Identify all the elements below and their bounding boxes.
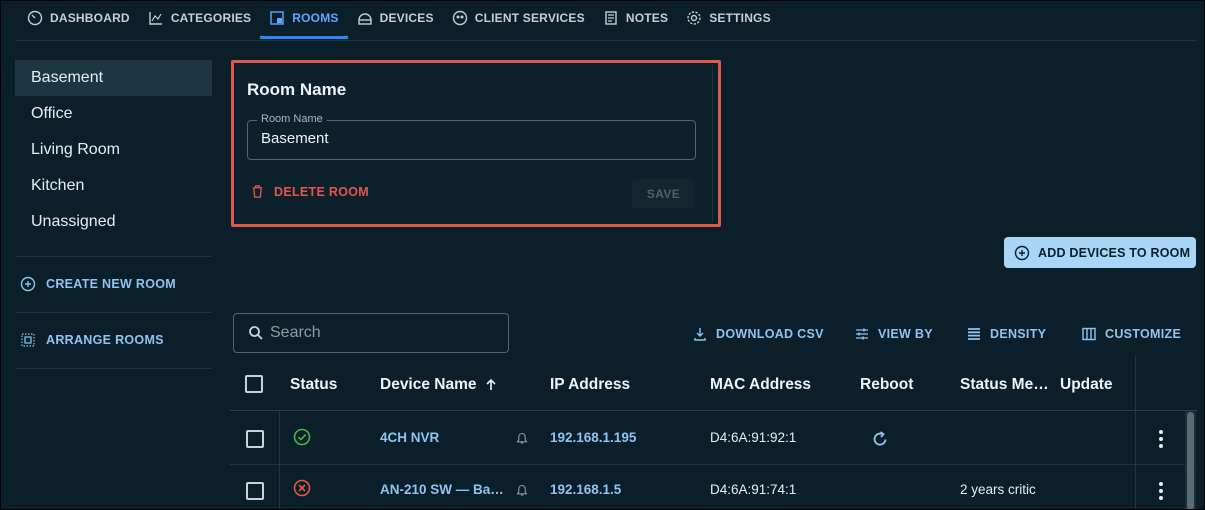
column-header-label: Device Name xyxy=(380,376,477,393)
arrange-rooms-button[interactable]: ARRANGE ROOMS xyxy=(15,322,212,358)
download-icon xyxy=(694,328,706,341)
customize-label: CUSTOMIZE xyxy=(1105,327,1182,341)
sort-ascending-icon xyxy=(485,378,496,390)
plus-circle-icon xyxy=(1014,245,1030,260)
create-room-button[interactable]: CREATE NEW ROOM xyxy=(15,266,212,302)
room-item-living-room[interactable]: Living Room xyxy=(15,132,212,168)
status-error-icon xyxy=(293,479,311,497)
devices-icon xyxy=(357,13,372,25)
room-label: Kitchen xyxy=(31,177,85,194)
mac-address: D4:6A:91:74:1 xyxy=(710,482,797,497)
room-list: Basement Office Living Room Kitchen Unas… xyxy=(15,60,212,240)
table-row[interactable]: 4CH NVR 192.168.1.195 D4:6A:91:92:1 xyxy=(230,412,1197,465)
create-room-label: CREATE NEW ROOM xyxy=(46,277,176,291)
view-by-button[interactable]: VIEW BY xyxy=(854,325,933,343)
arrange-icon xyxy=(21,333,35,347)
table-row[interactable]: AN-210 SW — Ba… 192.168.1.5 D4:6A:91:74:… xyxy=(230,465,1197,510)
device-name-link[interactable]: 4CH NVR xyxy=(380,430,500,445)
column-header-reboot[interactable]: Reboot xyxy=(860,376,913,394)
sidebar-divider xyxy=(15,312,212,313)
row-checkbox[interactable] xyxy=(246,482,264,500)
reboot-icon[interactable] xyxy=(870,429,890,449)
chart-icon xyxy=(149,12,162,25)
room-item-basement[interactable]: Basement xyxy=(15,60,212,96)
tab-label: SETTINGS xyxy=(709,11,771,25)
checkbox-column-divider xyxy=(279,411,280,510)
nav-divider xyxy=(15,40,1197,41)
row-checkbox[interactable] xyxy=(246,430,264,448)
download-csv-label: DOWNLOAD CSV xyxy=(716,327,824,341)
row-menu-icon[interactable] xyxy=(1151,428,1171,450)
download-csv-button[interactable]: DOWNLOAD CSV xyxy=(692,325,824,343)
search-field xyxy=(233,313,509,353)
density-label: DENSITY xyxy=(990,327,1047,341)
room-item-unassigned[interactable]: Unassigned xyxy=(15,204,212,240)
columns-icon xyxy=(1082,327,1096,341)
sidebar-divider xyxy=(15,256,212,257)
gear-icon xyxy=(687,11,701,25)
status-online-icon xyxy=(293,428,311,446)
column-header-status[interactable]: Status xyxy=(290,376,337,394)
notes-icon xyxy=(605,11,617,25)
column-header-update[interactable]: Update xyxy=(1060,376,1113,394)
tune-icon xyxy=(856,328,868,340)
room-label: Living Room xyxy=(31,141,120,158)
devices-table: Status Device Name IP Address MAC Addres… xyxy=(230,356,1197,510)
tab-settings[interactable]: SETTINGS xyxy=(677,0,780,36)
bell-icon[interactable] xyxy=(516,432,528,445)
room-label: Basement xyxy=(31,69,104,86)
tab-label: DEVICES xyxy=(379,11,434,25)
bell-icon[interactable] xyxy=(516,484,528,497)
table-header: Status Device Name IP Address MAC Addres… xyxy=(230,356,1197,411)
dashboard-icon xyxy=(27,10,43,26)
tab-devices[interactable]: DEVICES xyxy=(348,0,443,36)
ip-address-link[interactable]: 192.168.1.195 xyxy=(550,430,636,445)
column-header-mac-address[interactable]: MAC Address xyxy=(710,376,811,394)
rooms-icon xyxy=(270,11,284,25)
tab-label: CLIENT SERVICES xyxy=(474,11,585,25)
actions-column-divider xyxy=(1135,356,1136,510)
customize-button[interactable]: CUSTOMIZE xyxy=(1081,325,1181,343)
tab-label: NOTES xyxy=(625,11,669,25)
view-by-label: VIEW BY xyxy=(878,327,933,341)
search-icon xyxy=(249,326,263,340)
status-message: 2 years critic xyxy=(960,482,1036,497)
tab-rooms[interactable]: ROOMS xyxy=(260,0,348,39)
column-header-ip-address[interactable]: IP Address xyxy=(550,376,630,394)
row-menu-icon[interactable] xyxy=(1151,480,1171,502)
tab-label: ROOMS xyxy=(292,11,339,25)
tab-notes[interactable]: NOTES xyxy=(594,0,677,36)
tab-dashboard[interactable]: DASHBOARD xyxy=(18,0,139,36)
device-name-link[interactable]: AN-210 SW — Ba… xyxy=(380,482,505,497)
add-devices-button[interactable]: ADD DEVICES TO ROOM xyxy=(1004,237,1196,268)
density-button[interactable]: DENSITY xyxy=(966,325,1046,343)
highlight-box xyxy=(231,60,721,227)
tab-client-services[interactable]: CLIENT SERVICES xyxy=(443,0,594,36)
tab-label: DASHBOARD xyxy=(50,11,130,25)
plus-circle-icon xyxy=(20,276,36,292)
select-all-checkbox[interactable] xyxy=(245,375,263,393)
search-input[interactable] xyxy=(270,324,500,342)
top-navigation: DASHBOARD CATEGORIES ROOMS DEVICES CLIEN… xyxy=(0,0,1205,40)
room-label: Unassigned xyxy=(31,213,116,230)
ip-address-link[interactable]: 192.168.1.5 xyxy=(550,482,621,497)
column-header-device-name[interactable]: Device Name xyxy=(380,376,498,394)
table-scrollbar-thumb[interactable] xyxy=(1187,412,1194,510)
client-services-icon xyxy=(452,10,467,26)
tab-label: CATEGORIES xyxy=(170,11,252,25)
density-icon xyxy=(968,328,980,340)
room-item-kitchen[interactable]: Kitchen xyxy=(15,168,212,204)
column-header-status-message[interactable]: Status Me… xyxy=(960,376,1049,394)
room-label: Office xyxy=(31,105,73,122)
add-devices-label: ADD DEVICES TO ROOM xyxy=(1038,245,1191,260)
tab-categories[interactable]: CATEGORIES xyxy=(139,0,260,36)
room-item-office[interactable]: Office xyxy=(15,96,212,132)
sidebar-divider xyxy=(15,368,212,369)
arrange-rooms-label: ARRANGE ROOMS xyxy=(46,333,164,347)
mac-address: D4:6A:91:92:1 xyxy=(710,430,797,445)
